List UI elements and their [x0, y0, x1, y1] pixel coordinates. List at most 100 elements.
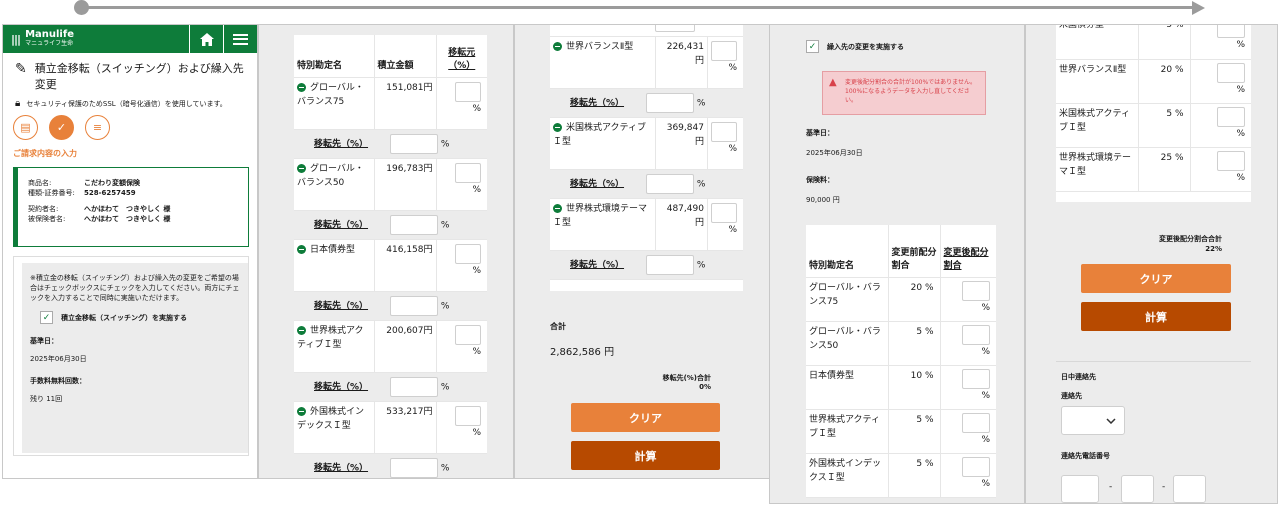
fund-name: 日本債券型 — [806, 365, 889, 410]
to-label[interactable]: 移転先（%） — [570, 260, 624, 270]
clear-button[interactable]: クリア — [571, 403, 720, 432]
after-pct-input[interactable] — [962, 280, 990, 301]
pct-unit: % — [728, 62, 737, 73]
from-pct-input[interactable] — [711, 40, 737, 61]
to-pct-input[interactable] — [390, 133, 439, 154]
home-button[interactable] — [189, 25, 223, 53]
from-pct-input[interactable] — [455, 162, 481, 183]
phone-field-3[interactable] — [1173, 475, 1206, 503]
premium-value: 90,000 円 — [806, 196, 840, 204]
collapse-icon[interactable] — [297, 82, 306, 92]
after-pct-input[interactable] — [962, 368, 990, 389]
fund-name: 外国株式インデックスＩ型 — [806, 453, 889, 498]
to-row: 移転先（%） % — [294, 129, 487, 159]
edit-icon: ✎ — [15, 61, 27, 77]
collapse-icon[interactable] — [553, 203, 562, 213]
chevron-down-icon — [1106, 418, 1116, 424]
pct-unit: % — [440, 382, 450, 392]
fund-name: 世界株式アクティブＩ型 — [297, 325, 364, 350]
before-pct: 25 % — [1138, 147, 1191, 192]
fund-amount: 151,081円 — [374, 77, 437, 130]
to-row: 移転先（%） % — [294, 453, 487, 478]
app-header: ||| Manulife マニュライフ生命 — [3, 25, 257, 53]
fund-table: 特別勘定名 積立金額 移転元（%） グローバル・バランス75 151,081円% 移… — [294, 35, 487, 478]
fund-row: 日本債券型 416,158円% — [294, 239, 487, 292]
switch-checkbox[interactable]: ✓ — [40, 311, 53, 324]
to-label[interactable]: 移転先（%） — [314, 382, 368, 392]
collapse-icon[interactable] — [297, 244, 306, 254]
to-total-label: 移転先(%)合計 — [662, 374, 711, 382]
fund-name: グローバル・バランス75 — [806, 277, 889, 322]
after-pct-input[interactable] — [962, 456, 990, 477]
contact-select[interactable] — [1061, 406, 1125, 435]
to-pct-input[interactable] — [390, 376, 439, 397]
to-pct-input[interactable] — [390, 295, 439, 316]
error-message: ▲ 変更後配分割合の合計が100%ではありません。100%になるようデータを入力し… — [822, 71, 986, 115]
alloc-checkbox[interactable]: ✓ — [806, 40, 819, 53]
phone-field-2[interactable] — [1121, 475, 1154, 503]
screen-step-2: 特別勘定名 積立金額 移転元（%） グローバル・バランス75 151,081円% 移… — [258, 24, 514, 479]
to-row: 移転先（%） % — [294, 291, 487, 321]
fund-row: 世界バランスⅡ型 226,431円% — [550, 36, 743, 89]
col-from[interactable]: 移転元（%） — [436, 35, 487, 78]
clear-button[interactable]: クリア — [1081, 264, 1231, 293]
to-pct-input[interactable] — [646, 254, 695, 275]
fund-from-input[interactable] — [655, 25, 695, 32]
before-pct: 5 % — [888, 409, 941, 454]
alloc-row: 日本債券型 10 %% — [806, 365, 996, 410]
manulife-logo[interactable]: ||| Manulife マニュライフ生命 — [3, 30, 189, 48]
after-pct-input[interactable] — [1217, 62, 1245, 83]
col-after[interactable]: 変更後配分割合 — [940, 225, 996, 278]
after-pct-input[interactable] — [1217, 106, 1245, 127]
collapse-icon[interactable] — [553, 41, 562, 51]
collapse-icon[interactable] — [297, 406, 306, 416]
from-pct-input[interactable] — [711, 202, 737, 223]
to-pct-input[interactable] — [390, 457, 439, 478]
calculate-button[interactable]: 計算 — [571, 441, 720, 470]
collapse-icon[interactable] — [553, 122, 562, 132]
fund-row: 米国株式アクティブＩ型 369,847円% — [550, 117, 743, 170]
contract-info: 商品名: こだわり変額保険 種類-証券番号: 528-6257459 契約者名: へか… — [13, 167, 249, 247]
to-label[interactable]: 移転先（%） — [314, 301, 368, 311]
to-pct-input[interactable] — [646, 173, 695, 194]
pct-unit: % — [440, 301, 450, 311]
menu-button[interactable] — [223, 25, 257, 53]
screen-step-4: ✓ 繰入先の変更を実施する ▲ 変更後配分割合の合計が100%ではありません。100… — [769, 24, 1025, 504]
fund-table-continued: 世界バランスⅡ型 226,431円% 移転先（%） % 米国株式アクティブＩ型 369,… — [550, 25, 743, 280]
switch-note: ※積立金の移転（スイッチング）および繰入先の変更をご希望の場合はチェックボックス… — [30, 274, 240, 302]
calculate-button[interactable]: 計算 — [1081, 302, 1231, 331]
collapse-icon[interactable] — [297, 325, 306, 335]
to-label[interactable]: 移転先（%） — [314, 463, 368, 473]
warning-icon: ▲ — [829, 77, 837, 88]
from-pct-input[interactable] — [455, 405, 481, 426]
pct-unit: % — [440, 139, 450, 149]
pct-unit: % — [472, 427, 481, 438]
after-total-label: 変更後配分割合合計 — [1159, 235, 1222, 243]
to-label[interactable]: 移転先（%） — [570, 98, 624, 108]
from-pct-input[interactable] — [711, 121, 737, 142]
pct-unit: % — [472, 184, 481, 195]
to-pct-input[interactable] — [646, 92, 695, 113]
pct-unit: % — [981, 346, 990, 357]
from-pct-input[interactable] — [455, 81, 481, 102]
to-row: 移転先（%） % — [550, 169, 743, 199]
to-pct-input[interactable] — [390, 214, 439, 235]
phone-label: 連絡先電話番号 — [1061, 452, 1110, 460]
pct-unit: % — [981, 478, 990, 489]
from-pct-input[interactable] — [455, 324, 481, 345]
to-label[interactable]: 移転先（%） — [570, 179, 624, 189]
fund-name: 世界株式環境テーマＩ型 — [1056, 147, 1139, 192]
alloc-row: 世界バランスⅡ型 20 %% — [1056, 59, 1251, 104]
to-label[interactable]: 移転先（%） — [314, 139, 368, 149]
to-label[interactable]: 移転先（%） — [314, 220, 368, 230]
after-pct-input[interactable] — [1217, 25, 1245, 38]
from-pct-input[interactable] — [455, 243, 481, 264]
after-pct-input[interactable] — [962, 324, 990, 345]
after-pct-input[interactable] — [962, 412, 990, 433]
collapse-icon[interactable] — [297, 163, 306, 173]
phone-field-1[interactable] — [1061, 475, 1099, 503]
screen-step-3: 世界バランスⅡ型 226,431円% 移転先（%） % 米国株式アクティブＩ型 369,… — [514, 24, 770, 479]
fund-name: グローバル・バランス50 — [806, 321, 889, 366]
after-pct-input[interactable] — [1217, 150, 1245, 171]
alloc-row: 米国株式アクティブＩ型 5 %% — [1056, 103, 1251, 148]
